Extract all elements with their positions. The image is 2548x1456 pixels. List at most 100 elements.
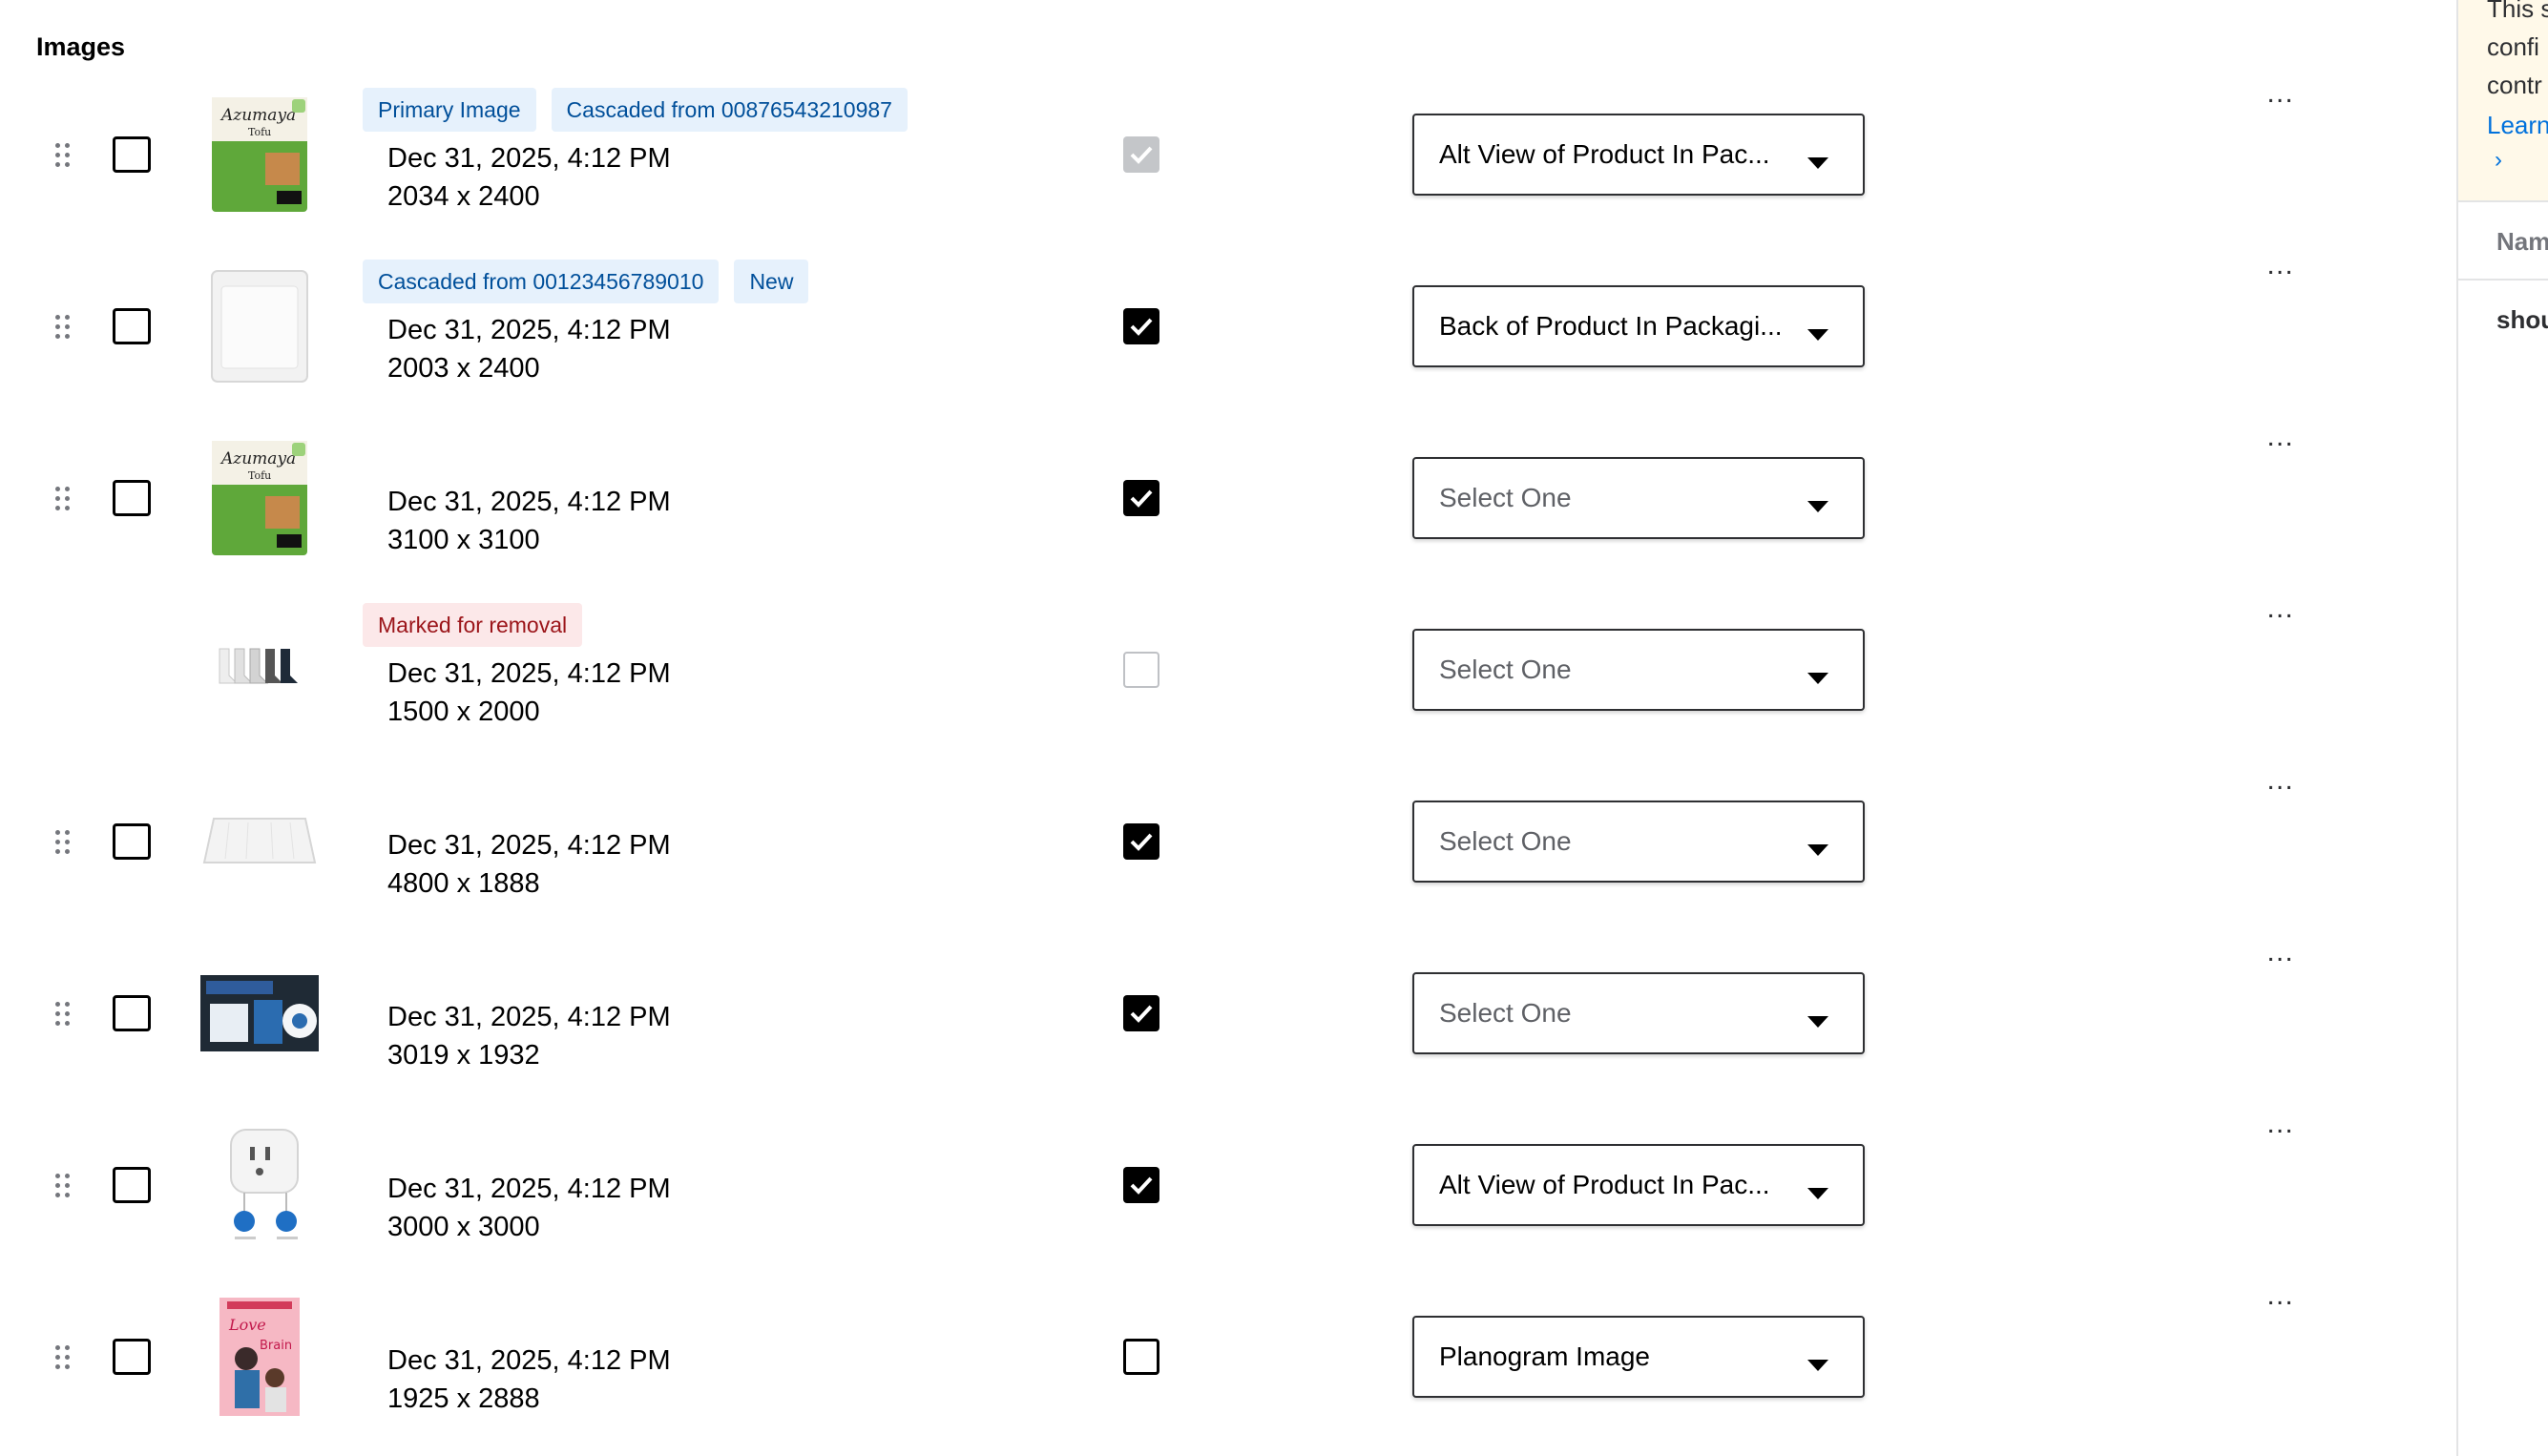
include-checkbox[interactable] <box>1123 652 1159 688</box>
image-meta: Dec 31, 2025, 4:12 PM 2034 x 2400 <box>387 139 671 216</box>
checkmark-icon <box>1130 1005 1153 1023</box>
info-banner: This s confi contr Learn › <box>2458 0 2548 202</box>
image-dimensions: 3100 x 3100 <box>387 525 540 555</box>
shot-type-value: Alt View of Product In Pac... <box>1439 1170 1770 1199</box>
more-horizontal-icon[interactable]: … <box>2266 938 2294 973</box>
checkmark-icon <box>1130 146 1153 164</box>
more-horizontal-icon[interactable]: … <box>2266 1281 2294 1317</box>
tag-group: Primary Image Cascaded from 0087654321098… <box>363 88 908 132</box>
image-dimensions: 1500 x 2000 <box>387 697 540 727</box>
drag-handle-icon[interactable] <box>53 313 73 340</box>
image-thumbnail[interactable] <box>200 267 319 385</box>
caret-down-icon <box>1807 1188 1828 1199</box>
checkmark-icon <box>1130 833 1153 851</box>
include-checkbox[interactable] <box>1123 480 1159 516</box>
image-row: Dec 31, 2025, 4:12 PM 4800 x 1888 Select O… <box>0 754 2456 926</box>
image-thumbnail[interactable]: Azumaya Tofu <box>200 95 319 214</box>
svg-text:Love: Love <box>228 1316 266 1334</box>
more-horizontal-icon[interactable]: … <box>2266 251 2294 286</box>
image-row: Cascaded from 00123456789010 New Dec 31, 2… <box>0 239 2456 410</box>
image-meta: Dec 31, 2025, 4:12 PM 1925 x 2888 <box>387 1342 671 1418</box>
caret-down-icon <box>1807 1016 1828 1028</box>
image-timestamp: Dec 31, 2025, 4:12 PM <box>387 487 671 517</box>
status-badge: Cascaded from 00876543210987 <box>551 88 908 132</box>
drag-handle-icon[interactable] <box>53 828 73 855</box>
shot-type-select[interactable]: Select One <box>1412 457 1865 539</box>
svg-text:Azumaya: Azumaya <box>219 449 296 468</box>
shot-type-value: Select One <box>1439 655 1572 684</box>
more-horizontal-icon[interactable]: … <box>2266 766 2294 801</box>
shot-type-select[interactable]: Alt View of Product In Pac... <box>1412 1144 1865 1226</box>
row-select-checkbox[interactable] <box>113 136 151 173</box>
row-select-checkbox[interactable] <box>113 308 151 344</box>
include-checkbox[interactable] <box>1123 995 1159 1031</box>
drag-handle-icon[interactable] <box>53 485 73 511</box>
shot-type-select[interactable]: Select One <box>1412 801 1865 883</box>
more-horizontal-icon[interactable]: … <box>2266 79 2294 114</box>
shot-type-value: Select One <box>1439 826 1572 856</box>
image-dimensions: 3000 x 3000 <box>387 1212 540 1242</box>
more-horizontal-icon[interactable]: … <box>2266 594 2294 630</box>
image-thumbnail[interactable]: Love Brain <box>200 1298 319 1416</box>
image-meta: Dec 31, 2025, 4:12 PM 3100 x 3100 <box>387 483 671 559</box>
drag-handle-icon[interactable] <box>53 141 73 168</box>
more-horizontal-icon[interactable]: … <box>2266 423 2294 458</box>
caret-down-icon <box>1807 844 1828 856</box>
more-horizontal-icon[interactable]: … <box>2266 1110 2294 1145</box>
drag-handle-icon[interactable] <box>53 1000 73 1027</box>
status-badge: New <box>734 260 809 303</box>
shot-type-value: Back of Product In Packagi... <box>1439 311 1783 341</box>
image-row: Dec 31, 2025, 4:12 PM 3019 x 1932 Select O… <box>0 926 2456 1097</box>
column-header-name: Nam <box>2496 227 2548 256</box>
caret-down-icon <box>1807 673 1828 684</box>
image-timestamp: Dec 31, 2025, 4:12 PM <box>387 658 671 689</box>
shot-type-value: Select One <box>1439 483 1572 512</box>
drag-handle-icon[interactable] <box>53 1343 73 1370</box>
image-thumbnail[interactable] <box>200 1126 319 1244</box>
row-select-checkbox[interactable] <box>113 480 151 516</box>
image-thumbnail[interactable] <box>200 611 319 729</box>
learn-more-link[interactable]: Learn <box>2487 111 2548 140</box>
image-dimensions: 1925 x 2888 <box>387 1383 540 1414</box>
shot-type-select[interactable]: Select One <box>1412 972 1865 1054</box>
row-select-checkbox[interactable] <box>113 1339 151 1375</box>
shot-type-select[interactable]: Select One <box>1412 629 1865 711</box>
image-row: Dec 31, 2025, 4:12 PM 3000 x 3000 Alt View… <box>0 1097 2456 1269</box>
image-timestamp: Dec 31, 2025, 4:12 PM <box>387 1002 671 1032</box>
image-timestamp: Dec 31, 2025, 4:12 PM <box>387 1174 671 1204</box>
checkmark-icon <box>1130 489 1153 508</box>
image-timestamp: Dec 31, 2025, 4:12 PM <box>387 143 671 174</box>
image-thumbnail[interactable] <box>200 782 319 901</box>
caret-down-icon <box>1807 1360 1828 1371</box>
images-panel: Images Azumaya Tofu Primary Image Cascaded … <box>0 0 2456 1456</box>
side-panel: This s confi contr Learn › Nam shou <box>2456 0 2548 1456</box>
include-checkbox[interactable] <box>1123 1167 1159 1203</box>
include-checkbox[interactable] <box>1123 308 1159 344</box>
image-meta: Dec 31, 2025, 4:12 PM 1500 x 2000 <box>387 655 671 731</box>
row-select-checkbox[interactable] <box>113 823 151 860</box>
chevron-right-icon[interactable]: › <box>2495 147 2502 174</box>
include-checkbox[interactable] <box>1123 1339 1159 1375</box>
image-thumbnail[interactable] <box>200 954 319 1072</box>
include-checkbox[interactable] <box>1123 823 1159 860</box>
shot-type-select[interactable]: Planogram Image <box>1412 1316 1865 1398</box>
image-thumbnail[interactable]: Azumaya Tofu <box>200 439 319 557</box>
image-row: Azumaya Tofu Primary Image Cascaded from 00… <box>0 67 2456 239</box>
svg-text:Tofu: Tofu <box>248 469 271 482</box>
shot-type-select[interactable]: Alt View of Product In Pac... <box>1412 114 1865 196</box>
image-dimensions: 4800 x 1888 <box>387 868 540 899</box>
image-timestamp: Dec 31, 2025, 4:12 PM <box>387 1345 671 1376</box>
image-row: Love Brain Dec 31, 2025, 4:12 PM 1925 x 288… <box>0 1269 2456 1441</box>
image-row: Azumaya Tofu Dec 31, 2025, 4:12 PM 3100 x 3… <box>0 410 2456 582</box>
image-dimensions: 2034 x 2400 <box>387 181 540 212</box>
drag-handle-icon[interactable] <box>53 1172 73 1198</box>
divider <box>2458 279 2548 281</box>
shot-type-select[interactable]: Back of Product In Packagi... <box>1412 285 1865 367</box>
svg-text:Brain: Brain <box>260 1339 292 1353</box>
shot-type-value: Planogram Image <box>1439 1342 1651 1371</box>
include-checkbox[interactable] <box>1123 136 1159 173</box>
image-meta: Dec 31, 2025, 4:12 PM 3019 x 1932 <box>387 998 671 1074</box>
row-select-checkbox[interactable] <box>113 1167 151 1203</box>
banner-text-line: contr <box>2487 71 2542 99</box>
row-select-checkbox[interactable] <box>113 995 151 1031</box>
